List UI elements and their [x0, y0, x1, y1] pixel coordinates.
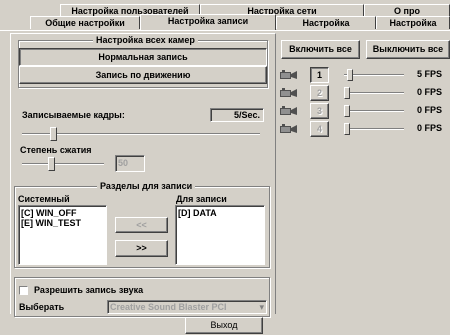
audio-checkbox-label: Разрешить запись звука: [34, 285, 144, 295]
record-list[interactable]: [D] DATA: [175, 205, 265, 265]
camera-toggle-1[interactable]: 1: [310, 67, 329, 83]
device-select-label: Выберать: [19, 302, 65, 312]
device-select-value: Creative Sound Blaster PCI: [110, 302, 227, 312]
camera-fps-value: 0 FPS: [416, 105, 442, 115]
frames-label: Записываемые кадры:: [22, 110, 125, 120]
camera-toggle-4[interactable]: 4: [310, 121, 329, 137]
tab-divider: [0, 30, 450, 31]
camera-icon: [280, 124, 298, 134]
camera-fps-slider-track: [344, 110, 404, 112]
camera-toggle-2[interactable]: 2: [310, 85, 329, 101]
tab-general-settings[interactable]: Общие настройки: [30, 16, 140, 29]
camera-fps-slider-thumb[interactable]: [344, 87, 350, 99]
enable-all-button[interactable]: Включить все: [281, 40, 360, 59]
camera-icon: [280, 106, 298, 116]
camera-icon: [280, 70, 298, 80]
record-label: Для записи: [176, 194, 227, 204]
list-item[interactable]: [E] WIN_TEST: [19, 218, 106, 228]
camera-fps-value: 0 FPS: [416, 123, 442, 133]
frames-slider-track: [22, 133, 260, 135]
camera-fps-slider-track: [344, 74, 404, 76]
compression-label: Степень сжатия: [20, 145, 92, 155]
camera-fps-slider-thumb[interactable]: [344, 105, 350, 117]
motion-record-button[interactable]: Запись по движению: [19, 66, 267, 84]
exit-button[interactable]: Выход: [185, 317, 263, 334]
frames-slider-thumb[interactable]: [49, 127, 57, 141]
disable-all-button[interactable]: Выключить все: [366, 40, 450, 59]
system-list[interactable]: [C] WIN_OFF [E] WIN_TEST: [18, 205, 107, 265]
move-left-button[interactable]: <<: [115, 217, 168, 233]
camera-fps-slider-track: [344, 128, 404, 130]
tab-settings-4[interactable]: Настройка: [376, 16, 450, 29]
chevron-down-icon: ▾: [259, 302, 264, 312]
camera-fps-slider-thumb[interactable]: [344, 123, 350, 135]
compression-slider-track: [22, 163, 104, 165]
system-label: Системный: [18, 194, 70, 204]
tab-settings-3[interactable]: Настройка: [276, 16, 376, 29]
move-right-button[interactable]: >>: [115, 240, 168, 257]
normal-record-button[interactable]: Нормальная запись: [19, 48, 267, 66]
list-item[interactable]: [D] DATA: [176, 208, 264, 218]
camera-toggle-3[interactable]: 3: [310, 103, 329, 119]
frames-value: 5/Sec.: [210, 108, 264, 122]
all-cameras-title: Настройка всех камер: [93, 35, 198, 45]
compression-value: 50: [115, 155, 145, 172]
device-select[interactable]: Creative Sound Blaster PCI ▾: [107, 300, 267, 314]
compression-slider-thumb[interactable]: [48, 157, 56, 171]
camera-fps-slider-track: [344, 92, 404, 94]
camera-fps-value: 5 FPS: [416, 69, 442, 79]
camera-fps-value: 0 FPS: [416, 87, 442, 97]
tab-record-settings[interactable]: Настройка записи: [140, 14, 276, 30]
sections-title: Разделы для записи: [97, 181, 196, 191]
audio-checkbox[interactable]: [19, 286, 28, 295]
list-item[interactable]: [C] WIN_OFF: [19, 208, 106, 218]
camera-icon: [280, 88, 298, 98]
camera-fps-slider-thumb[interactable]: [346, 69, 353, 81]
